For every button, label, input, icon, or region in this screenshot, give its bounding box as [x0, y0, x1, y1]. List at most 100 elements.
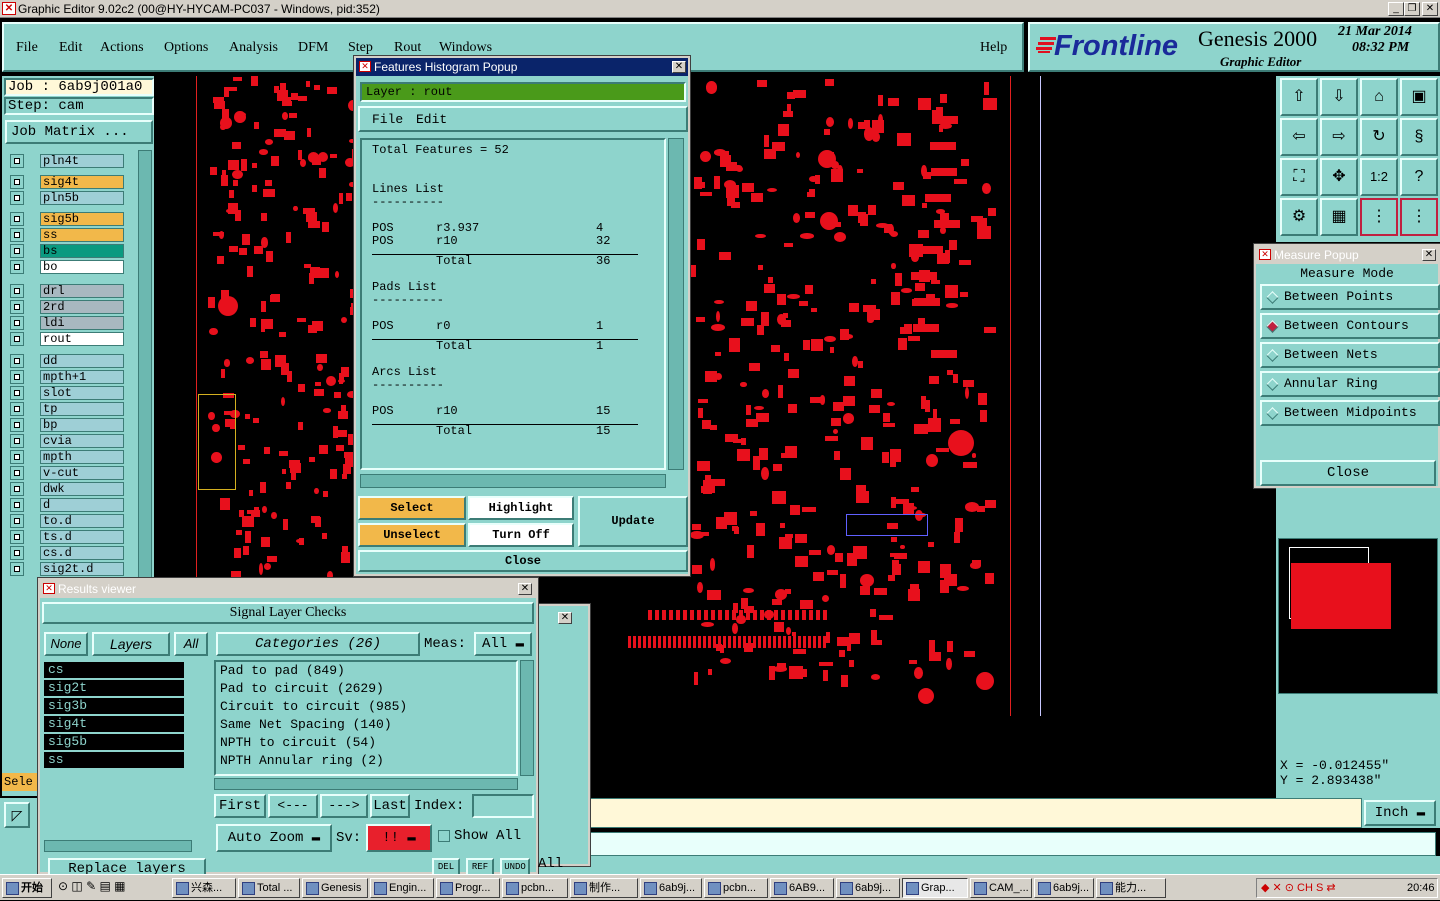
layer-row[interactable]: dd	[8, 354, 128, 368]
layer-checkbox[interactable]	[10, 175, 24, 189]
scale-one-to-two-icon[interactable]: 1:2	[1360, 158, 1398, 196]
layer-name[interactable]: sig4t	[40, 175, 124, 189]
net-highlight-icon[interactable]: ⋮	[1360, 198, 1398, 236]
layer-name[interactable]: 2rd	[40, 300, 124, 314]
quick-launch-icon-3[interactable]: ✎	[86, 879, 99, 893]
layer-checkbox[interactable]	[10, 228, 24, 242]
layer-row[interactable]: v-cut	[8, 466, 128, 480]
layer-checkbox[interactable]	[10, 191, 24, 205]
select-button[interactable]: Select	[358, 496, 466, 520]
results-category-item[interactable]: NPTH to circuit (54)	[216, 734, 516, 752]
results-titlebar[interactable]: ✕ Results viewer ✕	[40, 580, 536, 598]
window-icon[interactable]: ▣	[1400, 78, 1438, 116]
layer-name[interactable]: bp	[40, 418, 124, 432]
taskbar-item[interactable]: pcbn...	[502, 878, 568, 898]
category-hscroll[interactable]	[214, 778, 518, 790]
layer-row[interactable]: to.d	[8, 514, 128, 528]
results-category-item[interactable]: NPTH Annular ring (2)	[216, 752, 516, 770]
layer-checkbox[interactable]	[10, 354, 24, 368]
layer-name[interactable]: mpth	[40, 450, 124, 464]
layer-row[interactable]: dwk	[8, 482, 128, 496]
menu-help[interactable]: Help	[980, 40, 1007, 56]
layer-row[interactable]: bo	[8, 260, 128, 274]
layer-checkbox[interactable]	[10, 386, 24, 400]
histogram-menu-edit[interactable]: Edit	[416, 112, 447, 127]
layer-checkbox[interactable]	[10, 154, 24, 168]
taskbar-item[interactable]: Total ...	[238, 878, 300, 898]
layer-checkbox[interactable]	[10, 212, 24, 226]
snap-icon[interactable]: §	[1400, 118, 1438, 156]
units-dropdown[interactable]: Inch ▬	[1364, 800, 1436, 826]
tray-icons[interactable]: ◆ ✕ ⊙ CH S ⇄	[1261, 881, 1336, 894]
layer-checkbox[interactable]	[10, 498, 24, 512]
command-line[interactable]	[590, 832, 1436, 856]
layer-checkbox[interactable]	[10, 482, 24, 496]
taskbar-item[interactable]: CAM_...	[970, 878, 1032, 898]
layer-name[interactable]: to.d	[40, 514, 124, 528]
layer-row[interactable]: cvia	[8, 434, 128, 448]
taskbar-item[interactable]: Engin...	[370, 878, 434, 898]
layer-row[interactable]: drl	[8, 284, 128, 298]
home-icon[interactable]: ⌂	[1360, 78, 1398, 116]
quick-launch-icon-4[interactable]: ▤	[99, 879, 114, 893]
taskbar-item[interactable]: Genesis	[302, 878, 368, 898]
layer-row[interactable]: sig5b	[8, 212, 128, 226]
layer-name[interactable]: dd	[40, 354, 124, 368]
maximize-button[interactable]: ❐	[1404, 2, 1420, 16]
measure-popup-close-icon[interactable]: ✕	[1422, 249, 1436, 261]
layer-name[interactable]: pln4t	[40, 154, 124, 168]
layer-row[interactable]: sig4t	[8, 175, 128, 189]
layer-row[interactable]: mpth+1	[8, 370, 128, 384]
layer-row[interactable]: d	[8, 498, 128, 512]
taskbar-item[interactable]: 能力...	[1096, 878, 1166, 898]
results-category-item[interactable]: Pad to circuit (2629)	[216, 680, 516, 698]
index-input[interactable]	[472, 794, 534, 818]
layer-name[interactable]: pln5b	[40, 191, 124, 205]
results-layer-item[interactable]: sig5b	[44, 734, 184, 750]
results-close-icon[interactable]: ✕	[518, 583, 532, 595]
unselect-button[interactable]: Unselect	[358, 523, 466, 547]
layer-row[interactable]: bp	[8, 418, 128, 432]
layer-checkbox[interactable]	[10, 466, 24, 480]
results-category-item[interactable]: Same Net Spacing (140)	[216, 716, 516, 734]
layer-name[interactable]: sig2t.d	[40, 562, 124, 576]
layer-checkbox[interactable]	[10, 546, 24, 560]
layer-row[interactable]: cs.d	[8, 546, 128, 560]
layer-row[interactable]: bs	[8, 244, 128, 258]
net-select-icon[interactable]: ⋮	[1400, 198, 1438, 236]
layer-row[interactable]: pln4t	[8, 154, 128, 168]
layer-checkbox[interactable]	[10, 514, 24, 528]
taskbar-item[interactable]: 6ab9j...	[1034, 878, 1094, 898]
menu-step[interactable]: Step	[348, 40, 373, 56]
overview-map[interactable]	[1278, 538, 1438, 694]
menu-rout[interactable]: Rout	[394, 40, 421, 56]
layer-row[interactable]: 2rd	[8, 300, 128, 314]
layer-checkbox[interactable]	[10, 450, 24, 464]
layer-checkbox[interactable]	[10, 530, 24, 544]
histogram-menu-file[interactable]: File	[372, 112, 403, 127]
layer-name[interactable]: dwk	[40, 482, 124, 496]
prev-button[interactable]: <---	[268, 794, 318, 818]
show-all-checkbox[interactable]	[438, 830, 450, 842]
results-category-item[interactable]: Circuit to circuit (985)	[216, 698, 516, 716]
histogram-vscroll[interactable]	[668, 138, 684, 470]
layer-name[interactable]: d	[40, 498, 124, 512]
category-vscroll[interactable]	[520, 660, 534, 776]
results-layer-item[interactable]: sig3b	[44, 698, 184, 714]
next-button[interactable]: --->	[320, 794, 368, 818]
layer-checkbox[interactable]	[10, 332, 24, 346]
layer-name[interactable]: slot	[40, 386, 124, 400]
layer-checkbox[interactable]	[10, 370, 24, 384]
pan-right-icon[interactable]: ⇨	[1320, 118, 1358, 156]
histogram-hscroll[interactable]	[360, 474, 666, 488]
layer-checkbox[interactable]	[10, 284, 24, 298]
measure-popup-titlebar[interactable]: ✕ Measure Popup ✕	[1256, 246, 1438, 264]
results-layer-item[interactable]: sig4t	[44, 716, 184, 732]
histogram-titlebar[interactable]: ✕ Features Histogram Popup ✕	[356, 58, 688, 76]
layer-checkbox[interactable]	[10, 244, 24, 258]
layer-name[interactable]: cs.d	[40, 546, 124, 560]
taskbar-item[interactable]: Progr...	[436, 878, 500, 898]
layer-row[interactable]: sig2t.d	[8, 562, 128, 576]
categories-tab[interactable]: Categories (26)	[216, 632, 420, 656]
layer-row[interactable]: ldi	[8, 316, 128, 330]
